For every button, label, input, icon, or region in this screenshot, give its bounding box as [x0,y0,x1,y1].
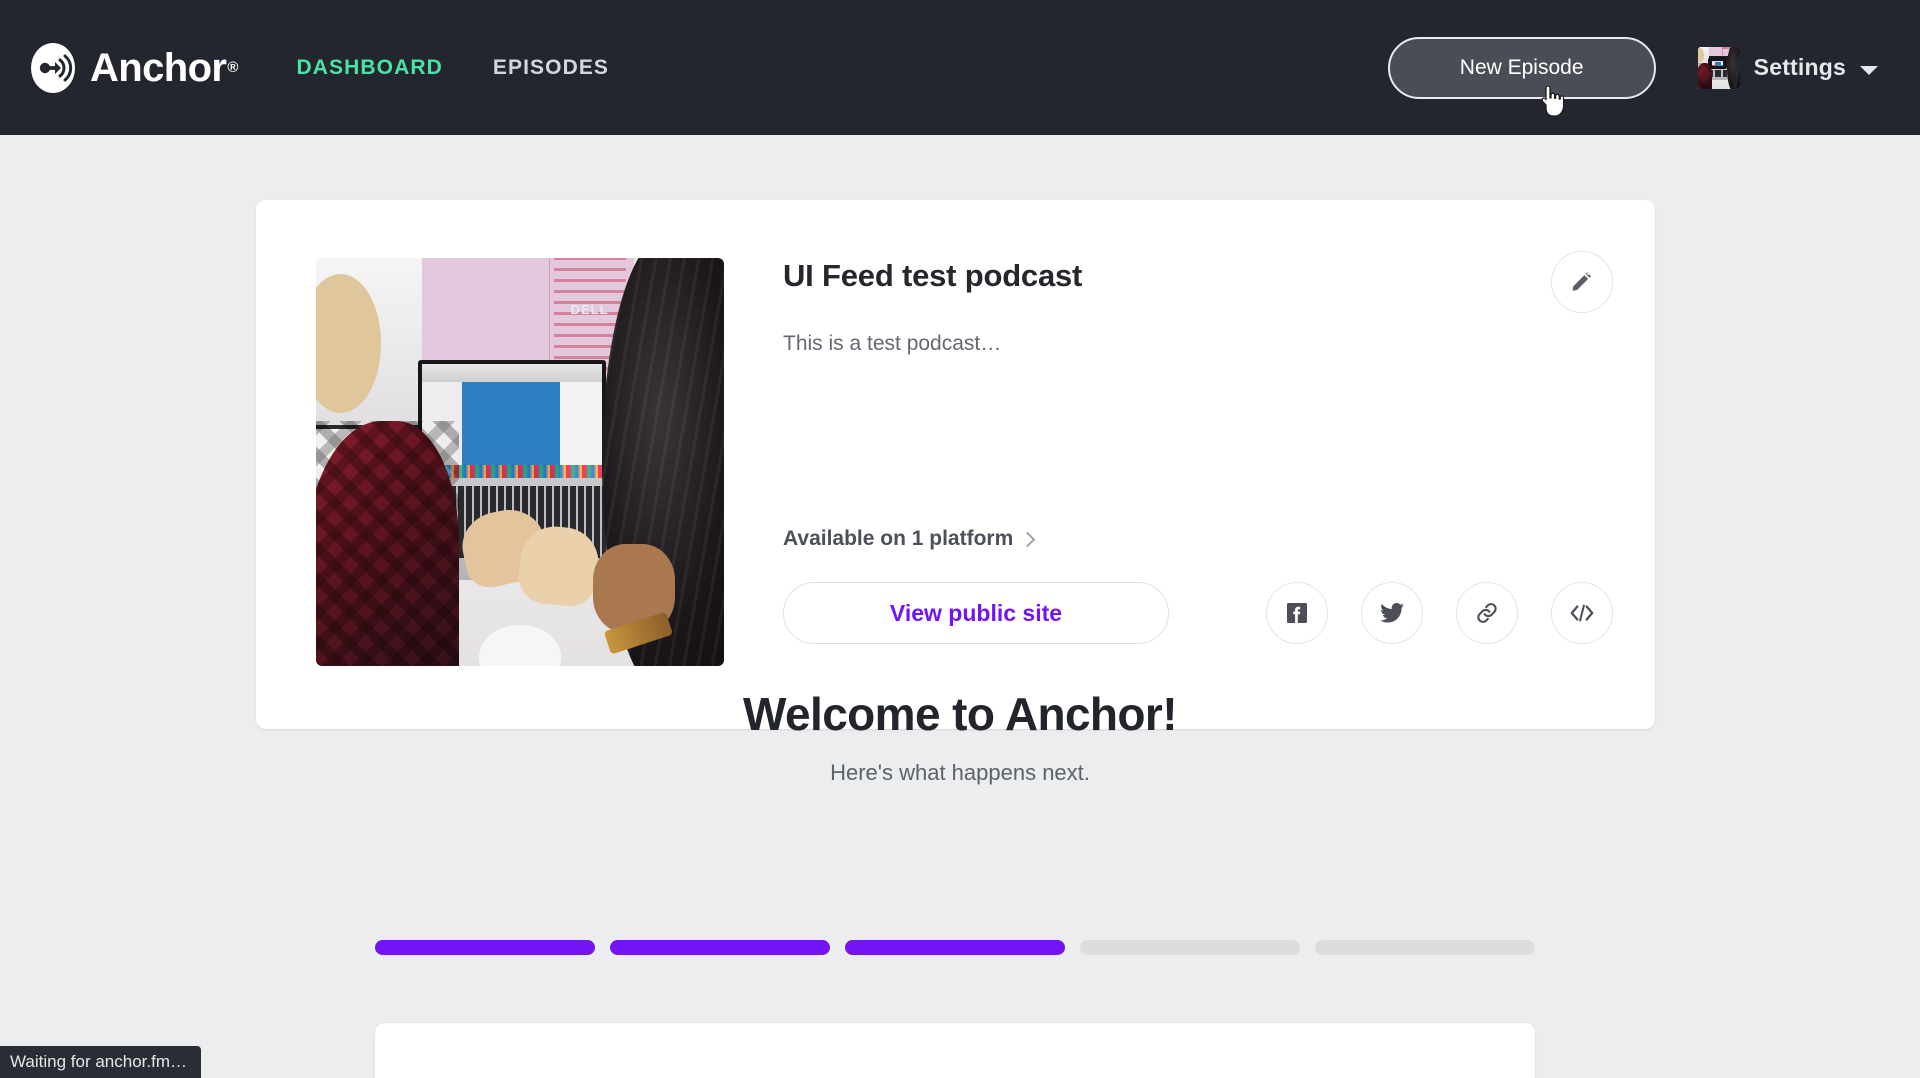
registered-mark: ® [227,59,239,76]
anchor-logomark-icon [28,40,84,96]
podcast-title: UI Feed test podcast [783,258,1083,293]
primary-nav: DASHBOARD EPISODES [296,56,609,80]
avatar-image [1697,46,1740,89]
share-copy-link-button[interactable] [1456,582,1518,644]
welcome-subheading: Here's what happens next. [830,760,1090,785]
share-embed-code-button[interactable] [1551,582,1613,644]
progress-step-1[interactable] [375,940,595,955]
chevron-down-icon [1860,65,1878,75]
new-episode-button[interactable]: New Episode [1387,36,1656,99]
link-icon [1475,601,1499,625]
podcast-summary-card: DELL UI Feed test podcast This is a test… [256,200,1655,729]
anchor-logo[interactable]: Anchor ® [28,40,238,96]
avatar [1697,46,1740,89]
settings-label: Settings [1753,54,1846,80]
welcome-heading: Welcome to Anchor! [743,688,1178,740]
nav-item-dashboard[interactable]: DASHBOARD [296,56,442,80]
share-buttons [1266,582,1613,644]
share-facebook-button[interactable] [1266,582,1328,644]
onboarding-detail-card [375,1023,1535,1078]
share-twitter-button[interactable] [1361,582,1423,644]
settings-menu[interactable]: Settings [1697,46,1892,89]
chevron-right-icon [1020,531,1036,548]
available-platforms-link[interactable]: Available on 1 platform [783,527,1036,551]
edit-podcast-button[interactable] [1551,251,1613,313]
podcast-cover-image[interactable]: DELL [316,258,724,666]
podcast-description: This is a test podcast… [783,332,1002,355]
top-navigation-bar: Anchor ® DASHBOARD EPISODES New Episode [0,0,1920,135]
twitter-icon [1379,600,1405,626]
facebook-icon [1285,601,1309,625]
pencil-icon [1570,269,1594,296]
browser-status-bar: Waiting for anchor.fm… [0,1046,201,1078]
cover-photo: DELL [316,258,724,666]
onboarding-progress-steps [375,940,1535,955]
header-actions: New Episode Settings [1387,36,1892,99]
progress-step-5[interactable] [1315,940,1535,955]
nav-item-episodes[interactable]: EPISODES [493,56,609,80]
brand-wordmark: Anchor [90,45,227,90]
progress-step-2[interactable] [610,940,830,955]
progress-step-3[interactable] [845,940,1065,955]
platform-count-label: Available on 1 platform [783,527,1014,550]
embed-code-icon [1569,602,1595,624]
view-public-site-button[interactable]: View public site [783,582,1169,644]
progress-step-4[interactable] [1080,940,1300,955]
main-content: DELL UI Feed test podcast This is a test… [0,135,1920,1078]
